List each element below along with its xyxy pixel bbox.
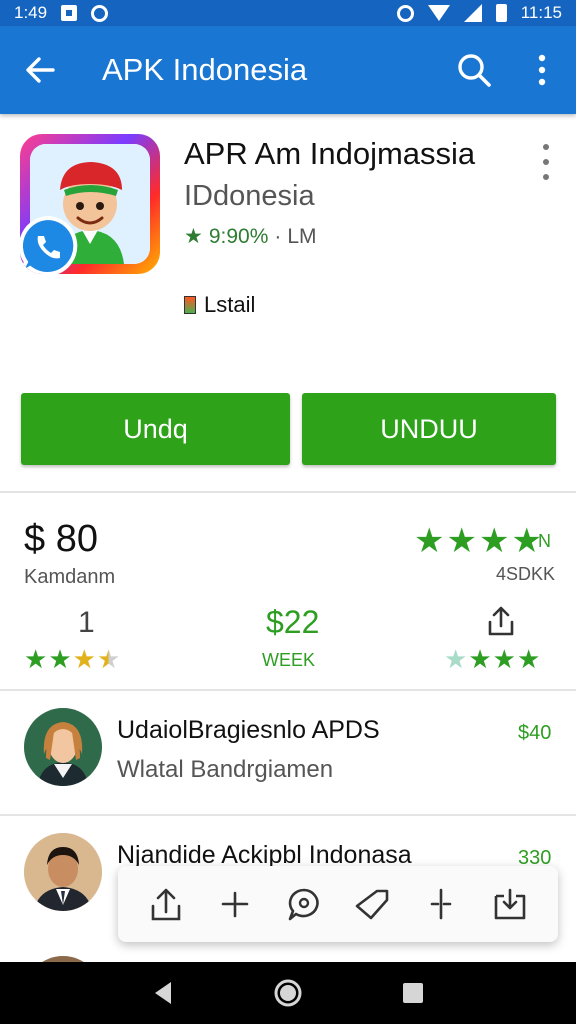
list-item[interactable] [0,944,576,962]
star-icon: ★ [468,644,492,674]
install-info: Lstail [184,292,255,318]
rating-value: 9:90% [208,224,269,248]
avatar-man-image [24,833,102,911]
split-icon [430,888,452,920]
floating-toolbar [118,866,558,942]
avatar-woman-image [24,708,102,786]
share-icon[interactable] [484,604,518,638]
chat-button[interactable] [283,883,325,925]
back-button[interactable] [0,26,80,114]
downloads-label: 4SDKK [496,564,556,584]
tag-icon [355,889,389,920]
tag-button[interactable] [351,883,393,925]
primary-action-button[interactable]: Undq [21,393,290,465]
back-arrow-icon [26,57,55,83]
star-icon: ★ [446,522,477,560]
add-button[interactable] [214,883,256,925]
avatar [24,708,102,786]
app-bar-title: APK Indonesia [102,52,308,87]
upload-button[interactable] [145,883,187,925]
battery-icon [495,4,507,22]
star-icon: ★ [48,644,72,674]
home-nav-icon [274,979,302,1007]
notification-icon [61,5,78,21]
content-rating-icon [184,296,196,314]
app-developer[interactable]: IDdonesia [184,180,315,213]
avatar [24,833,102,911]
split-button[interactable] [420,883,462,925]
app-rating: ★ 9:90% · LM [184,224,317,249]
app-overflow-menu-icon[interactable] [534,142,558,182]
list-item-value: $40 [518,722,552,744]
screen: 1:49 11:15 APK Indonesia APR Am Indojmas… [0,0,576,1024]
nav-home-button[interactable] [268,973,308,1013]
stat-count-value: 1 [78,606,95,639]
star-icon: ★ [516,644,541,674]
star-icon: ★ [24,644,48,674]
list-item-title: UdaiolBragiesnlo APDS [117,716,380,744]
star-icon: ★ [414,522,445,560]
wifi-icon [427,5,450,21]
divider [0,689,576,691]
alarm-icon [396,4,414,22]
top-rating-stars: ★ ★ ★ ★ N [414,524,551,558]
back-nav-icon [154,982,171,1004]
half-star-icon: ★ [96,644,121,674]
more-vert-icon [538,54,546,86]
status-time-right: 11:15 [520,3,562,22]
rating-tail-label: N [537,531,551,551]
sync-icon [91,4,109,22]
more-options-button[interactable] [508,26,576,114]
divider [0,814,576,816]
upload-icon [152,888,181,921]
status-bar: 1:49 11:15 [0,0,576,26]
list-item[interactable]: UdaiolBragiesnlo APDS Wlatal Bandrgiamen… [0,692,576,814]
search-icon [458,54,491,87]
star-icon: ★ [492,644,516,674]
recents-nav-icon [403,983,424,1003]
rating-star-icon: ★ [184,225,203,248]
download-icon [494,888,525,920]
download-toolbar-button[interactable] [489,883,531,925]
star-icon: ★ [478,522,510,560]
phone-badge-icon [20,215,78,274]
app-icon[interactable] [20,134,160,274]
nav-recents-button[interactable] [393,973,433,1013]
app-bar: APK Indonesia [0,26,576,114]
nav-back-button[interactable] [143,973,183,1013]
rating-separator: · [274,224,282,248]
navigation-bar [0,962,576,1024]
rating-suffix: LM [287,224,317,248]
weekly-value: $22 [266,604,320,640]
divider [0,491,576,493]
add-icon [221,891,249,918]
star-icon: ★ [72,644,96,674]
chat-icon [288,888,319,921]
download-button[interactable]: UNDUU [302,393,556,465]
signal-icon [463,4,482,22]
app-header: APR Am Indojmassia IDdonesia ★ 9:90% · L… [0,114,576,380]
install-label: Lstail [204,292,256,317]
star-icon: ★ [444,644,468,674]
price-value: $ 80 [24,518,98,560]
right-rating-stars: ★ ★ ★ ★ [444,646,540,672]
price-label: Kamdanm [24,566,116,588]
app-title: APR Am Indojmassia [184,136,476,171]
weekly-label: WEEK [262,650,316,670]
left-rating-stars: ★ ★ ★ ★ [24,646,120,672]
search-button[interactable] [440,26,508,114]
list-item-subtitle: Wlatal Bandrgiamen [117,756,334,783]
status-time-left: 1:49 [14,3,48,22]
